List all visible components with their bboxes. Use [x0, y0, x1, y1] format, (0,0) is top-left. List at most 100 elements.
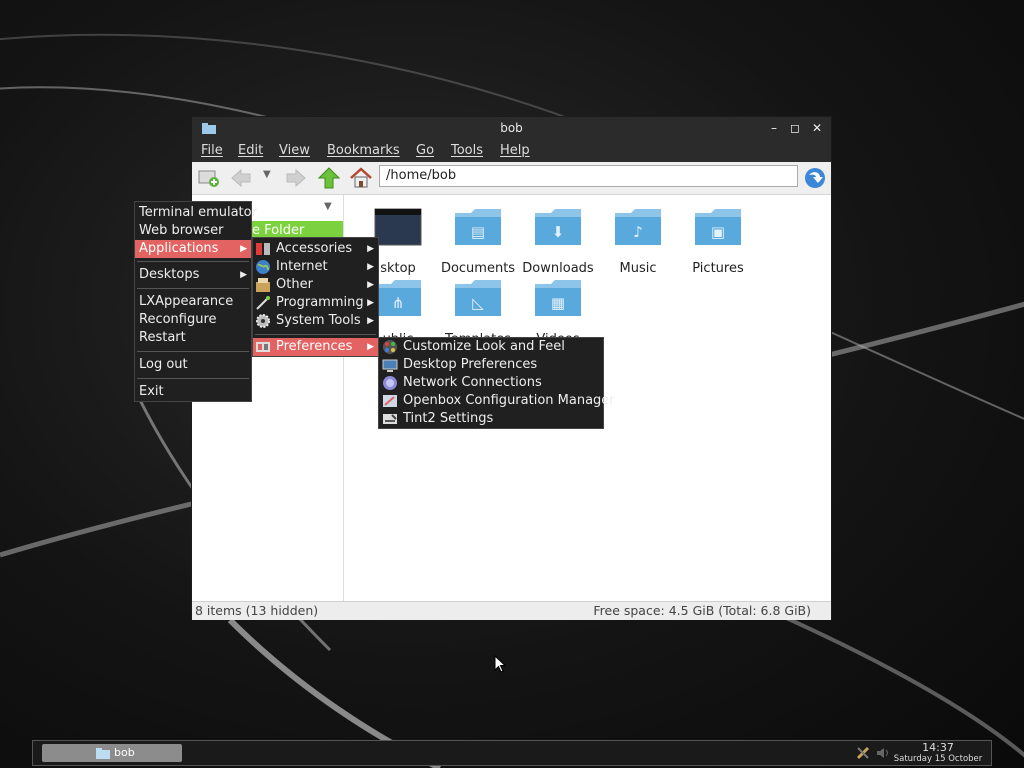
- submenu-arrow-icon: ▶: [367, 262, 374, 272]
- maximize-button[interactable]: ◻: [787, 120, 803, 136]
- network-icon: [383, 376, 397, 390]
- palette-icon: [383, 340, 397, 354]
- svg-text:♪: ♪: [633, 223, 643, 241]
- downloads-folder-icon: ⬇: [535, 209, 581, 245]
- status-item-count: 8 items (13 hidden): [195, 603, 319, 618]
- submenu-arrow-icon: ▶: [240, 270, 247, 280]
- pictures-folder-icon: ▣: [695, 209, 741, 245]
- menu-item-label: Preferences: [276, 339, 353, 354]
- menu-item-label: Accessories: [276, 241, 353, 256]
- menu-item-preferences[interactable]: Preferences ▶: [253, 338, 378, 356]
- videos-folder-icon: ▦: [535, 280, 581, 316]
- svg-text:◺: ◺: [472, 294, 484, 312]
- menu-item-web-browser[interactable]: Web browser: [135, 222, 251, 240]
- menu-edit[interactable]: Edit: [238, 143, 263, 158]
- menu-item-accessories[interactable]: Accessories ▶: [253, 240, 378, 258]
- menu-separator: [137, 288, 249, 289]
- menu-item-log-out[interactable]: Log out: [135, 356, 251, 374]
- menu-item-other[interactable]: Other ▶: [253, 276, 378, 294]
- svg-text:⬇: ⬇: [552, 223, 565, 241]
- submenu-arrow-icon: ▶: [367, 244, 374, 254]
- menu-tools[interactable]: Tools: [451, 143, 483, 158]
- up-arrow-icon[interactable]: [318, 167, 340, 189]
- menu-item-exit[interactable]: Exit: [135, 383, 251, 401]
- menu-item-label: LXAppearance: [139, 294, 234, 309]
- mouse-cursor-icon: [494, 655, 506, 673]
- accessories-icon: [256, 243, 270, 255]
- menu-item-label: Openbox Configuration Manager: [403, 393, 615, 408]
- submenu-arrow-icon: ▶: [367, 342, 374, 352]
- menu-item-reconfigure[interactable]: Reconfigure: [135, 311, 251, 329]
- public-folder-icon: ⋔: [375, 280, 421, 316]
- documents-folder-icon: ▤: [455, 209, 501, 245]
- side-pane-dropdown-icon[interactable]: ▼: [324, 201, 332, 212]
- menu-item-label: System Tools: [276, 313, 361, 328]
- window-titlebar[interactable]: bob – ◻ ✕: [192, 117, 831, 141]
- close-button[interactable]: ✕: [809, 120, 825, 136]
- taskbar-window-label: bob: [114, 746, 135, 759]
- file-label: Documents: [440, 261, 516, 276]
- menu-item-customize-look-and-feel[interactable]: Customize Look and Feel: [379, 338, 603, 356]
- menu-item-tint2-settings[interactable]: Tint2 Settings: [379, 410, 603, 428]
- menu-separator: [137, 378, 249, 379]
- network-tray-icon[interactable]: [856, 746, 870, 760]
- menu-item-restart[interactable]: Restart: [135, 329, 251, 347]
- toolbar: ▼ /home/bob: [192, 162, 831, 195]
- history-dropdown-icon[interactable]: ▼: [263, 169, 271, 180]
- clock[interactable]: 14:37 Saturday 15 October: [893, 742, 983, 765]
- menu-item-label: Terminal emulator: [139, 205, 257, 220]
- root-menu[interactable]: Terminal emulator Web browser Applicatio…: [134, 201, 257, 402]
- menu-item-label: Restart: [139, 330, 186, 345]
- menu-item-label: Applications: [139, 241, 219, 256]
- menu-item-label: Tint2 Settings: [403, 411, 494, 426]
- monitor-icon: [382, 359, 398, 372]
- applications-submenu[interactable]: Accessories ▶ Internet ▶ Other ▶ Programmin…: [252, 237, 379, 357]
- globe-icon: [256, 260, 270, 274]
- menu-view[interactable]: View: [279, 143, 310, 158]
- programming-icon: [256, 296, 270, 310]
- menu-item-label: Log out: [139, 357, 188, 372]
- status-free-space: Free space: 4.5 GiB (Total: 6.8 GiB): [593, 603, 811, 618]
- menu-item-openbox-configuration-manager[interactable]: Openbox Configuration Manager: [379, 392, 615, 410]
- menubar: File Edit View Bookmarks Go Tools Help: [192, 141, 831, 162]
- minimize-button[interactable]: –: [766, 120, 782, 136]
- menu-item-system-tools[interactable]: System Tools ▶: [253, 312, 378, 330]
- menu-item-label: Other: [276, 277, 313, 292]
- menu-go[interactable]: Go: [416, 143, 434, 158]
- menu-item-applications[interactable]: Applications ▶: [135, 240, 251, 258]
- menu-item-network-connections[interactable]: Network Connections: [379, 374, 603, 392]
- submenu-arrow-icon: ▶: [240, 244, 247, 254]
- menu-item-terminal-emulator[interactable]: Terminal emulator: [135, 204, 257, 222]
- forward-arrow-icon[interactable]: [285, 168, 307, 188]
- svg-text:▦: ▦: [551, 294, 565, 312]
- svg-text:⋔: ⋔: [392, 294, 405, 312]
- menu-item-label: Network Connections: [403, 375, 542, 390]
- new-tab-icon[interactable]: [198, 168, 220, 188]
- home-icon[interactable]: [349, 167, 373, 189]
- go-jump-icon[interactable]: [803, 166, 827, 190]
- menu-item-label: Internet: [276, 259, 328, 274]
- volume-tray-icon[interactable]: [876, 746, 890, 760]
- templates-folder-icon: ◺: [455, 280, 501, 316]
- menu-item-lxappearance[interactable]: LXAppearance: [135, 293, 251, 311]
- menu-help[interactable]: Help: [500, 143, 530, 158]
- submenu-arrow-icon: ▶: [367, 280, 374, 290]
- file-label: Pictures: [692, 261, 744, 276]
- back-arrow-icon[interactable]: [230, 168, 252, 188]
- menu-file[interactable]: File: [201, 143, 223, 158]
- window-title: bob: [500, 121, 523, 135]
- taskbar-window-button[interactable]: bob: [42, 744, 182, 762]
- submenu-arrow-icon: ▶: [367, 298, 374, 308]
- path-input[interactable]: /home/bob: [379, 165, 798, 187]
- file-label: Downloads: [522, 261, 594, 276]
- package-icon: [256, 278, 270, 292]
- menu-item-desktops[interactable]: Desktops ▶: [135, 266, 251, 284]
- preferences-icon: [256, 342, 270, 352]
- preferences-submenu[interactable]: Customize Look and Feel Desktop Preferen…: [378, 337, 615, 429]
- menu-item-programming[interactable]: Programming ▶: [253, 294, 378, 312]
- menu-bookmarks[interactable]: Bookmarks: [327, 143, 400, 158]
- menu-item-desktop-preferences[interactable]: Desktop Preferences: [379, 356, 603, 374]
- menu-item-internet[interactable]: Internet ▶: [253, 258, 378, 276]
- desktop-folder-icon: [374, 208, 422, 246]
- music-folder-icon: ♪: [615, 209, 661, 245]
